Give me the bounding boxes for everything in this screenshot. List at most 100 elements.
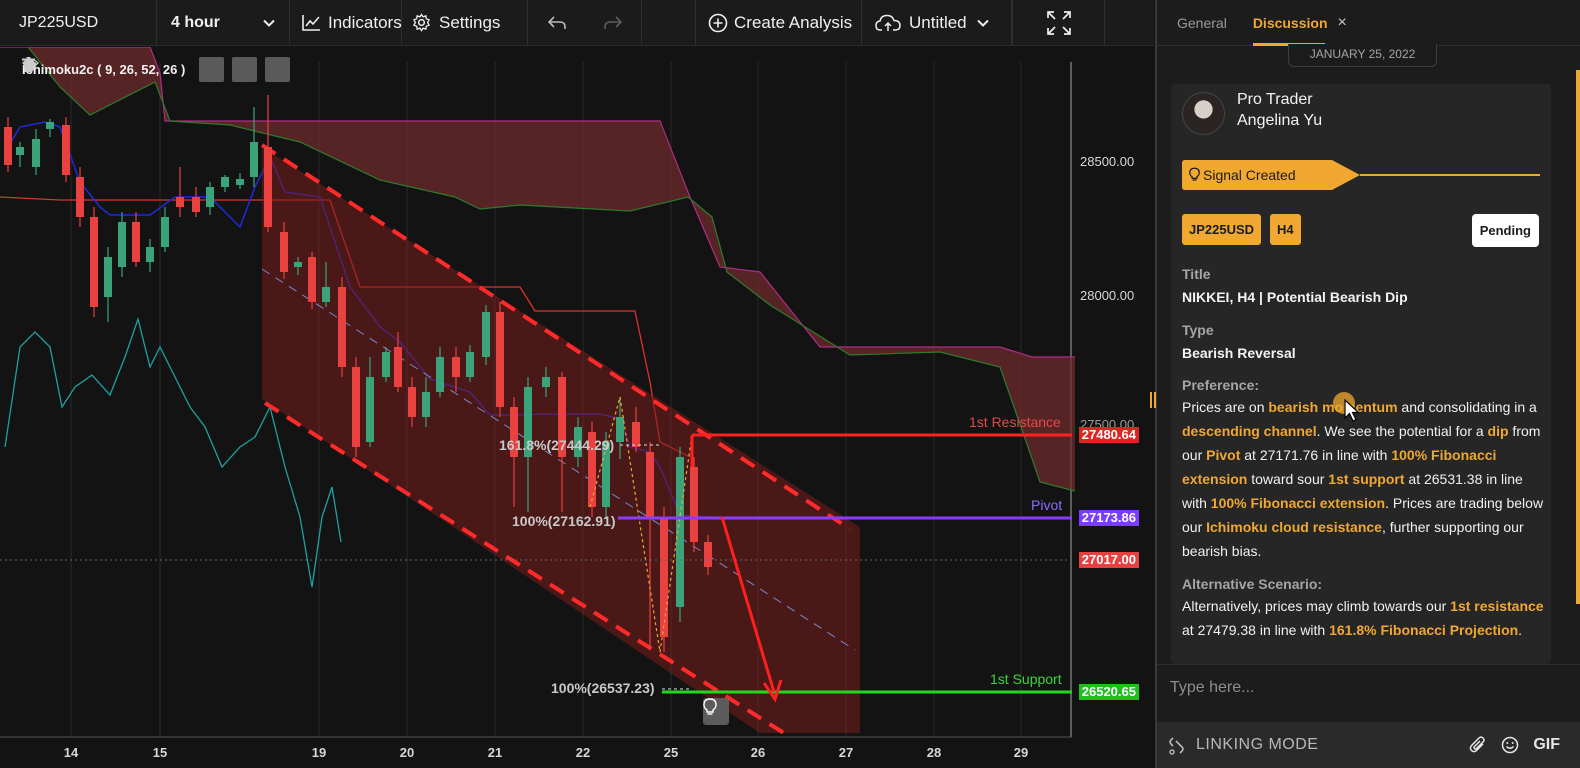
candle-body <box>46 122 54 129</box>
candle-body <box>4 127 12 165</box>
undo-button[interactable] <box>528 0 585 45</box>
price-chart[interactable]: Ichimoku2c ( 9, 26, 52, 26 ) 28500.00 28… <box>0 47 1154 768</box>
preference-text: Prices are on bearish momentum and conso… <box>1182 399 1544 559</box>
resistance-level-name: 1st Resistance <box>969 414 1061 430</box>
candle-body <box>104 257 112 297</box>
date-tick: 25 <box>663 745 679 760</box>
cloud-upload-icon <box>875 14 901 31</box>
indicator-settings-button[interactable] <box>23 57 258 82</box>
chart-canvas[interactable] <box>0 47 1154 768</box>
preference-label: Preference: <box>1182 377 1260 393</box>
candle-body <box>616 417 624 442</box>
chevron-down-icon <box>976 19 989 27</box>
composer-toolbar: LINKING MODE GIF <box>1157 722 1580 768</box>
linking-icon <box>1169 737 1184 755</box>
panel-resize-handle[interactable] <box>1150 392 1156 408</box>
chevron-down-icon <box>263 19 275 27</box>
toggle-visibility-button[interactable] <box>22 57 225 82</box>
candle-body <box>250 142 258 177</box>
candle-body <box>690 467 698 542</box>
candle-body <box>118 222 126 267</box>
date-tick: 21 <box>487 745 503 760</box>
settings-label: Settings <box>439 12 501 32</box>
interval-label: 4 hour <box>171 13 220 31</box>
date-separator: JANUARY 25, 2022 <box>1288 44 1437 67</box>
candle-body <box>62 125 70 175</box>
candle-body <box>408 387 416 417</box>
linking-mode-toggle[interactable]: LINKING MODE <box>1157 735 1318 755</box>
remove-indicator-button[interactable] <box>22 57 291 82</box>
message-input[interactable] <box>1170 673 1560 703</box>
fullscreen-icon <box>1046 10 1071 35</box>
candle-body <box>221 177 229 187</box>
settings-button[interactable]: Settings <box>402 0 528 45</box>
gif-button[interactable]: GIF <box>1533 736 1560 754</box>
candle-body <box>264 147 272 227</box>
date-tick: 27 <box>838 745 854 760</box>
date-tick: 28 <box>926 745 942 760</box>
candle-body <box>352 367 360 447</box>
status-badge[interactable]: Pending <box>1471 214 1539 247</box>
candle-body <box>466 352 474 377</box>
candle-body <box>146 247 154 262</box>
emoji-icon[interactable] <box>1501 736 1519 754</box>
pivot-level-name: Pivot <box>1031 497 1063 513</box>
title-value: NIKKEI, H4 | Potential Bearish Dip <box>1182 289 1408 305</box>
fullscreen-button[interactable] <box>1012 0 1105 45</box>
candle-body <box>294 262 302 267</box>
date-tick: 20 <box>399 745 415 760</box>
scrollbar[interactable] <box>1576 70 1580 604</box>
author-name[interactable]: Angelina Yu <box>1237 112 1322 130</box>
date-tick: 14 <box>63 745 79 760</box>
cursor-icon <box>1344 399 1360 422</box>
symbol-label: JP225USD <box>19 13 99 31</box>
candle-body <box>436 357 444 392</box>
layout-name-label: Untitled <box>909 12 967 32</box>
indicators-button[interactable]: Indicators <box>290 0 402 45</box>
timeframe-chip[interactable]: H4 <box>1270 214 1301 245</box>
candle-body <box>338 287 346 367</box>
layout-save-menu[interactable]: Untitled <box>862 0 1012 45</box>
undo-icon <box>547 15 566 29</box>
type-value: Bearish Reversal <box>1182 345 1296 361</box>
date-tick: 26 <box>750 745 766 760</box>
alternative-label: Alternative Scenario: <box>1182 576 1323 592</box>
create-analysis-label: Create Analysis <box>734 12 853 32</box>
lightbulb-icon <box>703 698 717 715</box>
support-price-label: 26520.65 <box>1078 684 1139 700</box>
date-tick: 15 <box>152 745 168 760</box>
symbol-selector[interactable]: JP225USD <box>0 0 157 45</box>
redo-button[interactable] <box>585 0 642 45</box>
candle-body <box>542 377 550 387</box>
author-role: Pro Trader <box>1237 91 1313 108</box>
date-tick: 29 <box>1013 745 1029 760</box>
avatar[interactable] <box>1182 92 1225 135</box>
attachment-icon[interactable] <box>1469 736 1487 754</box>
candle-body <box>646 452 654 517</box>
interval-selector[interactable]: 4 hour <box>157 0 290 45</box>
lightbulb-icon <box>1189 167 1200 181</box>
date-tick: 22 <box>575 745 591 760</box>
candle-body <box>422 392 430 417</box>
tab-discussion[interactable]: Discussion × <box>1252 0 1347 46</box>
resistance-price-label: 27480.64 <box>1078 427 1139 443</box>
redo-icon <box>604 15 622 29</box>
signal-marker-button[interactable] <box>703 698 729 725</box>
chart-toolbar: JP225USD 4 hour Indicators Settings Crea… <box>0 0 1154 46</box>
create-analysis-button[interactable]: Create Analysis <box>696 0 862 45</box>
panel-tabs: General Discussion × <box>1157 0 1580 46</box>
composer-actions: GIF <box>1469 736 1580 754</box>
symbol-chip[interactable]: JP225USD <box>1182 214 1262 245</box>
tab-general[interactable]: General <box>1177 15 1227 31</box>
candle-body <box>308 257 316 302</box>
price-tick: 28500.00 <box>1080 154 1135 169</box>
trash-icon <box>22 57 35 72</box>
fib-100-lower-label: 100%(26537.23) <box>551 680 655 696</box>
candle-body <box>382 352 390 377</box>
close-icon[interactable]: × <box>1338 14 1347 32</box>
candle-body <box>76 177 84 217</box>
candle-body <box>32 139 40 167</box>
candle-body <box>366 377 374 442</box>
candle-body <box>482 312 490 357</box>
candle-body <box>16 147 24 155</box>
